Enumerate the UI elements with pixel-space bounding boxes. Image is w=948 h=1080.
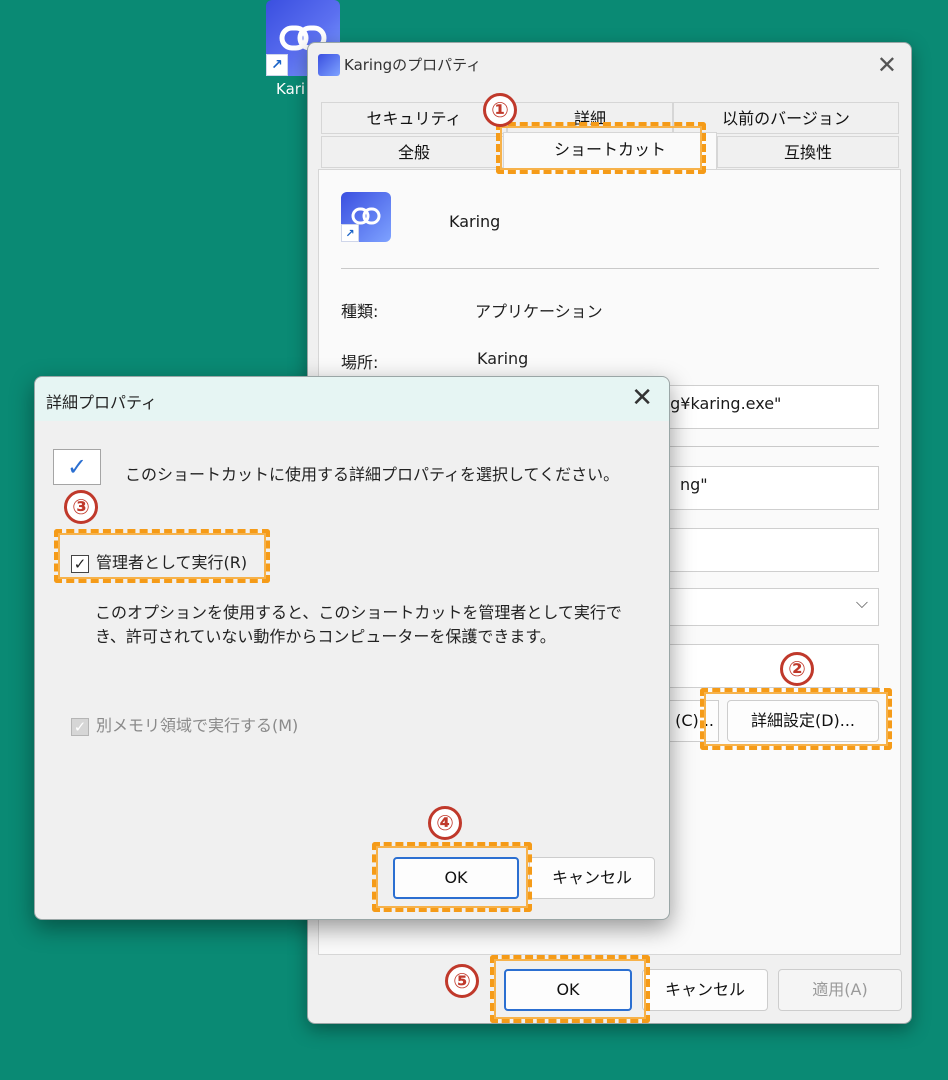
chevron-down-icon: ⌵ <box>855 593 868 612</box>
highlight-ok <box>490 955 650 1023</box>
divider <box>341 268 879 269</box>
apply-button[interactable]: 適用(A) <box>778 969 902 1011</box>
dialog-cancel-button[interactable]: キャンセル <box>529 857 655 899</box>
start-in-field[interactable]: ng" <box>669 466 879 510</box>
divider <box>669 446 879 447</box>
check-icon: ✓ <box>53 449 101 485</box>
karing-app-icon: ↗ <box>341 192 391 242</box>
shortcut-arrow-icon: ↗ <box>341 224 359 242</box>
tab-security[interactable]: セキュリティ <box>321 102 507 134</box>
type-label: 種類: <box>341 302 379 321</box>
window-title: Karingのプロパティ <box>344 56 482 74</box>
highlight-run-as-admin <box>54 529 270 583</box>
target-field[interactable]: ng¥karing.exe" <box>649 385 879 429</box>
step-3-badge: ③ <box>64 490 98 524</box>
tab-general[interactable]: 全般 <box>321 136 507 168</box>
description-line-1: このオプションを使用すると、このショートカットを管理者として実行で <box>95 603 622 622</box>
desktop-icon-label: Kari <box>276 80 306 98</box>
dialog-title: 詳細プロパティ <box>46 393 158 412</box>
close-icon[interactable]: ✕ <box>877 51 897 79</box>
tab-compatibility[interactable]: 互換性 <box>717 136 899 168</box>
separate-memory-checkbox[interactable]: ✓ <box>71 718 89 736</box>
step-2-badge: ② <box>780 652 814 686</box>
shortcut-arrow-icon: ↗ <box>266 54 288 76</box>
advanced-properties-dialog: 詳細プロパティ ✕ ✓ このショートカットに使用する詳細プロパティを選択してくだ… <box>34 376 670 920</box>
step-5-badge: ⑤ <box>445 964 479 998</box>
step-4-badge: ④ <box>428 806 462 840</box>
window-app-icon <box>318 54 340 76</box>
app-name: Karing <box>449 212 501 231</box>
run-select[interactable]: ⌵ <box>669 588 879 626</box>
separate-memory-label: 別メモリ領域で実行する(M) <box>96 716 299 735</box>
type-value: アプリケーション <box>475 302 603 321</box>
description-line-2: き、許可されていない動作からコンピューターを保護できます。 <box>95 627 556 646</box>
shortcut-key-field[interactable] <box>669 528 879 572</box>
tab-previous-versions[interactable]: 以前のバージョン <box>673 102 899 134</box>
dialog-instruction: このショートカットに使用する詳細プロパティを選択してください。 <box>125 465 620 484</box>
cancel-button[interactable]: キャンセル <box>642 969 768 1011</box>
location-label: 場所: <box>341 353 379 372</box>
highlight-shortcut-tab <box>496 122 706 174</box>
step-1-badge: ① <box>483 93 517 127</box>
close-icon[interactable]: ✕ <box>631 383 653 413</box>
comment-field[interactable] <box>669 644 879 688</box>
highlight-dialog-ok <box>372 842 532 912</box>
location-value: Karing <box>477 349 529 368</box>
highlight-advanced-button <box>700 688 892 750</box>
